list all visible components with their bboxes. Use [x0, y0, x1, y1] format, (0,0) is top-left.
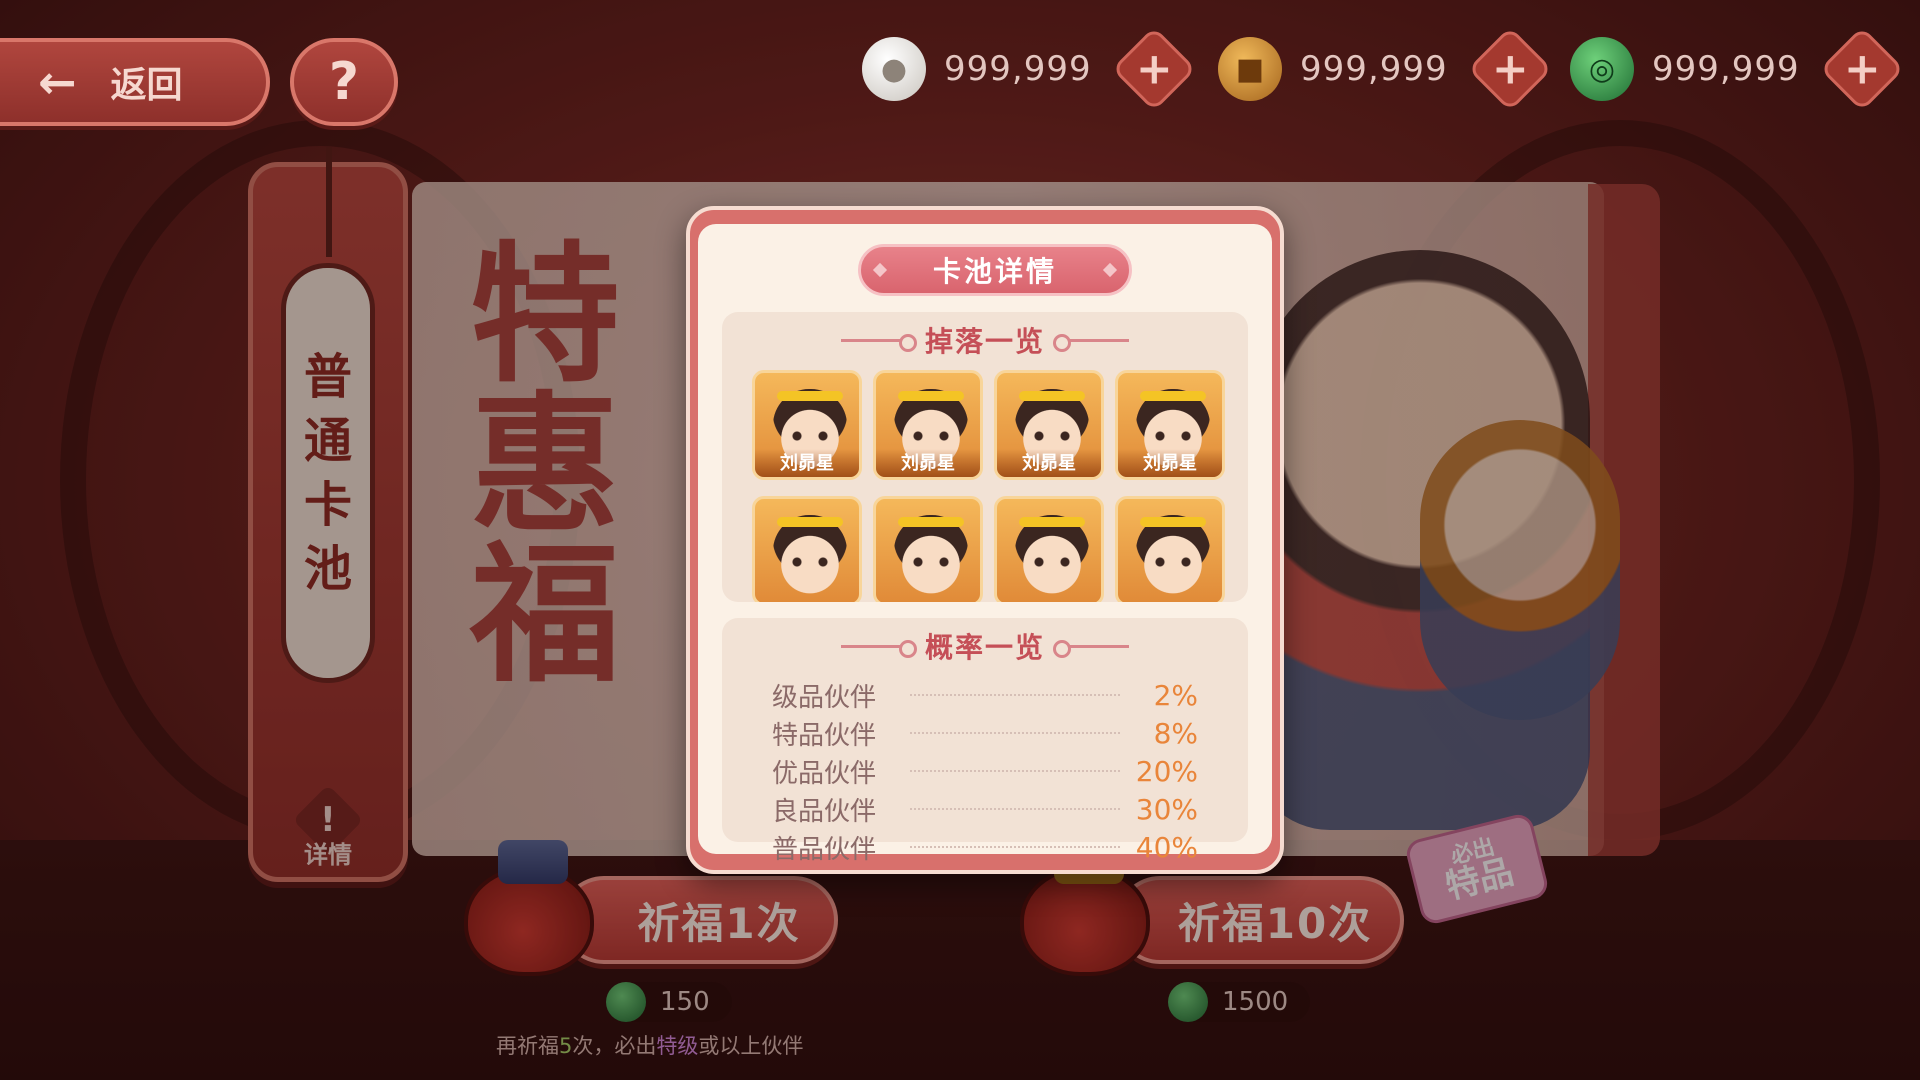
heading-ornament	[840, 639, 917, 658]
currency-coin: ■ 999,999 +	[1218, 26, 1553, 112]
partner-card[interactable]: 刘昴星	[994, 370, 1104, 480]
rate-value: 8%	[1153, 716, 1198, 750]
partner-name: 刘昴星	[997, 449, 1101, 477]
heading-ornament	[1053, 639, 1129, 658]
partner-card[interactable]	[752, 496, 862, 602]
diamond-decor	[872, 262, 888, 278]
character-portrait	[1136, 515, 1210, 595]
rate-value: 2%	[1153, 678, 1198, 712]
help-button[interactable]: ?	[290, 38, 398, 126]
dotted-leader	[910, 770, 1120, 772]
partner-name: 刘昴星	[876, 449, 980, 477]
rate-list-section: 概率一览 级品伙伴 2% 特品伙伴 8% 优品伙伴 20% 良品伙伴 30% 普…	[722, 618, 1248, 865]
partner-card[interactable]: 刘昴星	[1115, 370, 1225, 480]
eyes-decor	[1154, 431, 1192, 441]
back-button[interactable]: ← 返回	[0, 38, 270, 126]
dotted-leader	[910, 694, 1120, 696]
eyes-decor	[791, 431, 829, 441]
dialog-title-text: 卡池详情	[932, 255, 1057, 288]
headband-decor	[777, 517, 843, 527]
drop-heading-text: 掉落一览	[924, 325, 1045, 358]
rate-label: 良品伙伴	[772, 796, 877, 827]
character-portrait	[773, 515, 847, 595]
diamond-decor	[1102, 262, 1118, 278]
rate-label: 级品伙伴	[772, 682, 877, 713]
headband-decor	[1019, 391, 1085, 401]
rate-row: 普品伙伴 40%	[772, 828, 1198, 866]
partner-card[interactable]	[1115, 496, 1225, 602]
drop-list-heading: 掉落一览	[722, 320, 1248, 360]
dotted-leader	[910, 808, 1120, 810]
dotted-leader	[910, 846, 1120, 848]
headband-decor	[1140, 391, 1206, 401]
rate-heading-text: 概率一览	[924, 631, 1045, 664]
rate-row: 级品伙伴 2%	[772, 676, 1198, 714]
rate-list-heading: 概率一览	[722, 626, 1248, 666]
eyes-decor	[1033, 557, 1071, 567]
currency-value: 999,999	[1300, 49, 1448, 89]
partner-card[interactable]: 刘昴星	[873, 370, 983, 480]
rate-label: 普品伙伴	[772, 834, 877, 865]
currency-jade: ◎ 999,999 +	[1570, 26, 1905, 112]
dialog-body: 卡池详情 掉落一览 刘昴星 刘昴星 刘昴星 刘昴星 概率一览 级品伙伴 2% 特…	[698, 224, 1272, 865]
drop-card-grid: 刘昴星 刘昴星 刘昴星 刘昴星	[752, 370, 1232, 602]
currency-rice: ● 999,999 +	[862, 26, 1197, 112]
copper-coin-icon: ■	[1218, 37, 1282, 101]
jade-icon: ◎	[1570, 37, 1634, 101]
rice-bowl-icon: ●	[862, 37, 926, 101]
partner-card[interactable]: 刘昴星	[752, 370, 862, 480]
back-label: 返回	[110, 65, 183, 106]
rate-row: 优品伙伴 20%	[772, 752, 1198, 790]
currency-value: 999,999	[944, 49, 1092, 89]
rate-value: 30%	[1135, 792, 1198, 826]
pool-detail-dialog: 卡池详情 掉落一览 刘昴星 刘昴星 刘昴星 刘昴星 概率一览 级品伙伴 2% 特…	[686, 206, 1284, 874]
heading-ornament	[840, 333, 917, 352]
headband-decor	[1019, 517, 1085, 527]
rate-list: 级品伙伴 2% 特品伙伴 8% 优品伙伴 20% 良品伙伴 30% 普品伙伴 4…	[772, 676, 1198, 866]
heading-ornament	[1053, 333, 1129, 352]
rate-value: 20%	[1135, 754, 1198, 788]
partner-name: 刘昴星	[755, 449, 859, 477]
dotted-leader	[910, 732, 1120, 734]
eyes-decor	[791, 557, 829, 567]
dialog-title: 卡池详情	[858, 244, 1132, 296]
eyes-decor	[1154, 557, 1192, 567]
rate-label: 优品伙伴	[772, 758, 877, 789]
headband-decor	[898, 517, 964, 527]
partner-card[interactable]	[994, 496, 1104, 602]
eyes-decor	[912, 557, 950, 567]
rate-row: 特品伙伴 8%	[772, 714, 1198, 752]
headband-decor	[1140, 517, 1206, 527]
drop-list-section[interactable]: 掉落一览 刘昴星 刘昴星 刘昴星 刘昴星	[722, 312, 1248, 602]
add-rice-button[interactable]: +	[1111, 26, 1197, 112]
character-portrait	[894, 515, 968, 595]
character-portrait	[1015, 515, 1089, 595]
add-jade-button[interactable]: +	[1819, 26, 1905, 112]
rate-row: 良品伙伴 30%	[772, 790, 1198, 828]
add-coin-button[interactable]: +	[1467, 26, 1553, 112]
currency-value: 999,999	[1652, 49, 1800, 89]
eyes-decor	[912, 431, 950, 441]
eyes-decor	[1033, 431, 1071, 441]
partner-name: 刘昴星	[1118, 449, 1222, 477]
headband-decor	[898, 391, 964, 401]
partner-card[interactable]	[873, 496, 983, 602]
headband-decor	[777, 391, 843, 401]
rate-label: 特品伙伴	[772, 720, 877, 751]
rate-value: 40%	[1135, 830, 1198, 864]
back-arrow-icon: ←	[38, 55, 77, 109]
